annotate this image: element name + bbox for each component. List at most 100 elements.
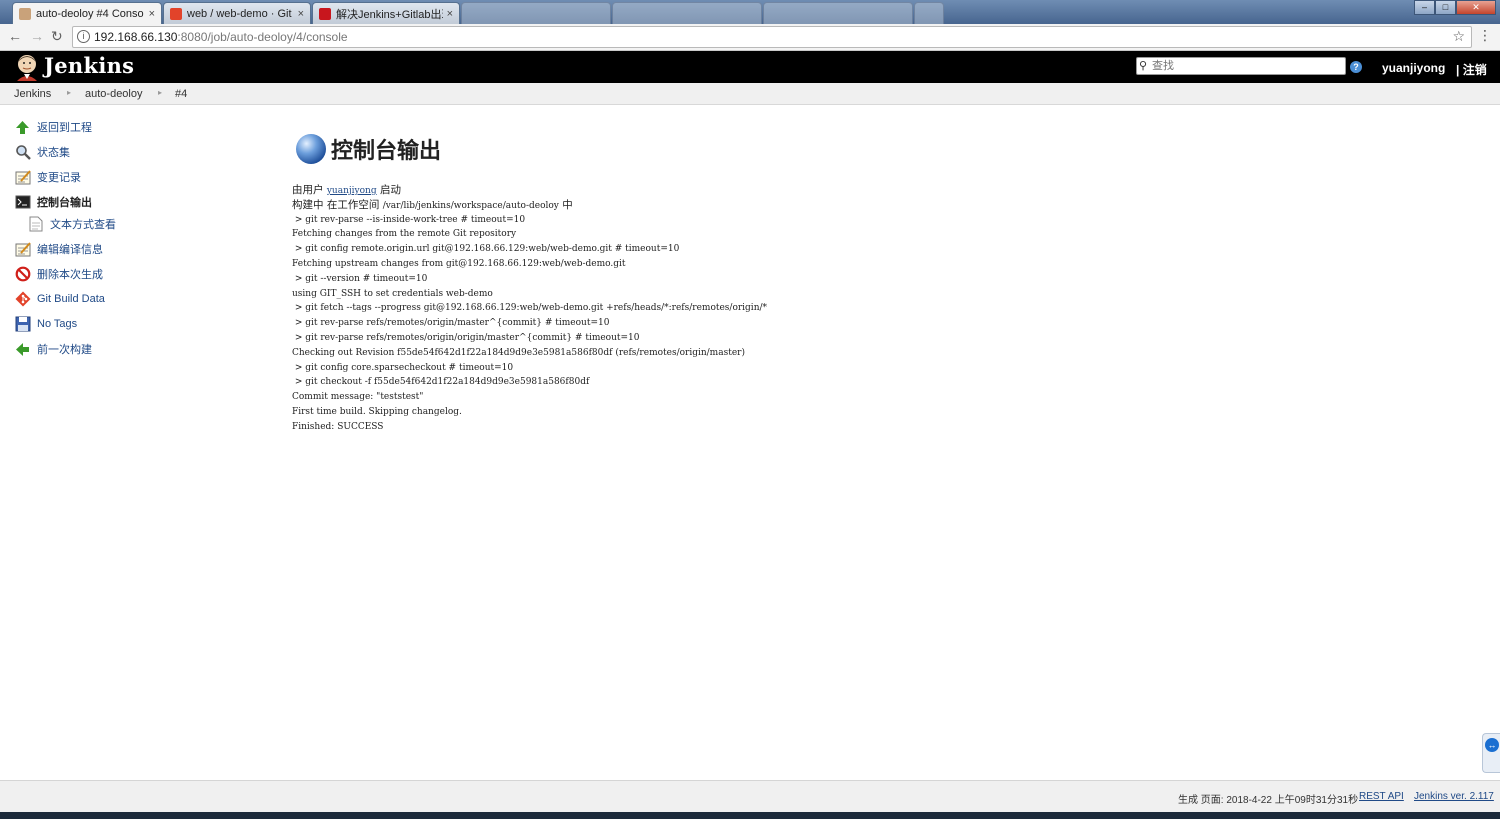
- tab-close-icon[interactable]: ×: [149, 8, 155, 20]
- sidebar-item-changes[interactable]: 变更记录: [14, 167, 81, 187]
- console-started-by: 由用户 yuanjiyong 启动: [292, 184, 401, 196]
- sidebar-item-label: 文本方式查看: [50, 219, 116, 231]
- console-line: Finished: SUCCESS: [292, 421, 384, 432]
- tab-close-icon[interactable]: ×: [298, 8, 304, 20]
- terminal-icon: [14, 194, 31, 211]
- window-controls: – □ ✕: [1414, 0, 1496, 15]
- up-arrow-icon: [14, 119, 31, 136]
- console-line: > git rev-parse --is-inside-work-tree # …: [292, 214, 526, 225]
- url-text[interactable]: 192.168.66.130:8080/job/auto-deoloy/4/co…: [94, 30, 348, 44]
- console-line: Commit message: "teststest": [292, 392, 424, 403]
- console-line: > git fetch --tags --progress git@192.16…: [292, 303, 768, 314]
- sidebar-item-label: 返回到工程: [37, 122, 92, 134]
- console-workspace: 构建中 在工作空间 /var/lib/jenkins/workspace/aut…: [292, 198, 573, 211]
- page-title: 控制台输出: [331, 139, 442, 164]
- site-info-icon[interactable]: i: [77, 30, 90, 43]
- breadcrumb-separator-icon: ▸: [158, 88, 163, 97]
- page-heading: 控制台输出: [296, 133, 441, 165]
- tab-title: auto-deoloy #4 Conso: [36, 7, 144, 20]
- console-line: First time build. Skipping changelog.: [292, 406, 462, 417]
- browser-tab-blurred[interactable]: [612, 2, 762, 24]
- sidebar-item-console-output[interactable]: 控制台输出: [14, 192, 92, 212]
- left-arrow-icon: [14, 341, 31, 358]
- browser-toolbar: ← → ↻ i 192.168.66.130:8080/job/auto-deo…: [0, 24, 1500, 51]
- breadcrumb-jenkins[interactable]: Jenkins: [14, 88, 51, 100]
- blue-ball-icon: [296, 134, 326, 164]
- reload-icon[interactable]: ↻: [51, 28, 63, 45]
- new-tab-button[interactable]: [914, 2, 944, 24]
- tab-title: web / web-demo · Git: [187, 7, 292, 20]
- browser-tabstrip: auto-deoloy #4 Conso × web / web-demo · …: [0, 0, 1500, 24]
- sidebar-item-git-build-data[interactable]: Git Build Data: [14, 289, 105, 309]
- console-line: > git rev-parse refs/remotes/origin/orig…: [292, 332, 640, 343]
- sidebar-item-previous-build[interactable]: 前一次构建: [14, 339, 92, 359]
- browser-tab-blurred[interactable]: [763, 2, 913, 24]
- console-user-link[interactable]: yuanjiyong: [327, 186, 377, 196]
- search-icon: ⚲: [1139, 60, 1148, 72]
- no-entry-icon: [14, 266, 31, 283]
- notepad-icon: [14, 169, 31, 186]
- sidebar-item-view-as-text[interactable]: 文本方式查看: [27, 214, 116, 234]
- sidebar-item-back-to-project[interactable]: 返回到工程: [14, 117, 92, 137]
- sidebar-item-label: 删除本次生成: [37, 269, 103, 281]
- breadcrumb-separator-icon: ▸: [67, 88, 72, 97]
- page-generated-timestamp: 生成 页面: 2018-4-22 上午09时31分31秒: [1178, 795, 1359, 806]
- console-line: > git rev-parse refs/remotes/origin/mast…: [292, 318, 610, 329]
- sidebar-item-label: 前一次构建: [37, 344, 92, 356]
- sidebar-item-label: 变更记录: [37, 172, 81, 184]
- os-taskbar: [0, 812, 1500, 819]
- help-icon[interactable]: ?: [1350, 61, 1362, 73]
- console-line: > git --version # timeout=10: [292, 273, 428, 284]
- teamviewer-widget[interactable]: ↔: [1482, 733, 1500, 773]
- breadcrumb-build[interactable]: #4: [175, 88, 187, 100]
- jenkins-header: Jenkins ⚲ ? yuanjiyong | 注销: [0, 51, 1500, 83]
- teamviewer-icon: ↔: [1485, 738, 1499, 752]
- minimize-icon[interactable]: –: [1414, 0, 1435, 15]
- sidebar-item-label: 状态集: [37, 147, 70, 159]
- sidebar-item-status[interactable]: 状态集: [14, 142, 70, 162]
- breadcrumb-job[interactable]: auto-deoloy: [85, 88, 143, 100]
- address-bar[interactable]: i 192.168.66.130:8080/job/auto-deoloy/4/…: [72, 26, 1472, 48]
- console-line: using GIT_SSH to set credentials web-dem…: [292, 288, 493, 299]
- sidebar-item-no-tags[interactable]: No Tags: [14, 314, 77, 334]
- console-line: Fetching changes from the remote Git rep…: [292, 229, 517, 240]
- console-line: > git config core.sparsecheckout # timeo…: [292, 362, 514, 373]
- console-line: > git config remote.origin.url git@192.1…: [292, 244, 680, 255]
- browser-tab-console[interactable]: auto-deoloy #4 Conso ×: [12, 2, 162, 24]
- jenkins-favicon-icon: [19, 7, 31, 20]
- breadcrumb: Jenkins ▸ auto-deoloy ▸ #4: [0, 83, 1500, 105]
- sidebar-item-label: Git Build Data: [37, 293, 105, 305]
- logout-link[interactable]: | 注销: [1456, 61, 1487, 78]
- jenkins-version-link[interactable]: Jenkins ver. 2.117: [1414, 791, 1494, 802]
- maximize-icon[interactable]: □: [1435, 0, 1456, 15]
- notepad-icon: [14, 241, 31, 258]
- user-link[interactable]: yuanjiyong: [1382, 61, 1445, 75]
- csdn-favicon-icon: [319, 7, 331, 20]
- sidebar-item-delete-build[interactable]: 删除本次生成: [14, 264, 103, 284]
- forward-arrow-icon[interactable]: →: [30, 28, 44, 44]
- search-box[interactable]: ⚲: [1136, 57, 1346, 75]
- back-arrow-icon[interactable]: ←: [8, 28, 22, 44]
- jenkins-brand[interactable]: Jenkins: [44, 53, 134, 78]
- page-footer: 生成 页面: 2018-4-22 上午09时31分31秒 REST API Je…: [0, 780, 1500, 812]
- browser-tab-csdn[interactable]: 解决Jenkins+Gitlab出现 ×: [312, 2, 460, 24]
- browser-tab-gitlab[interactable]: web / web-demo · Git ×: [163, 2, 311, 24]
- document-icon: [27, 216, 44, 233]
- sidebar-item-label: 编辑编译信息: [37, 244, 103, 256]
- browser-menu-icon[interactable]: ⋮: [1478, 27, 1492, 44]
- tab-title: 解决Jenkins+Gitlab出现: [336, 8, 443, 21]
- browser-tab-blurred[interactable]: [461, 2, 611, 24]
- magnifier-icon: [14, 144, 31, 161]
- close-window-icon[interactable]: ✕: [1456, 0, 1496, 15]
- tab-close-icon[interactable]: ×: [447, 8, 453, 20]
- bookmark-star-icon[interactable]: ☆: [1452, 28, 1465, 45]
- git-icon: [14, 291, 31, 308]
- rest-api-link[interactable]: REST API: [1359, 791, 1404, 802]
- sidebar-item-edit-build-info[interactable]: 编辑编译信息: [14, 239, 103, 259]
- console-line: > git checkout -f f55de54f642d1f22a184d9…: [292, 377, 590, 388]
- sidebar-item-label: 控制台输出: [37, 197, 92, 209]
- search-input[interactable]: [1152, 59, 1342, 73]
- jenkins-butler-icon[interactable]: [14, 53, 40, 81]
- console-output: 由用户 yuanjiyong 启动 构建中 在工作空间 /var/lib/jen…: [292, 183, 767, 435]
- sidebar-item-label: No Tags: [37, 318, 78, 330]
